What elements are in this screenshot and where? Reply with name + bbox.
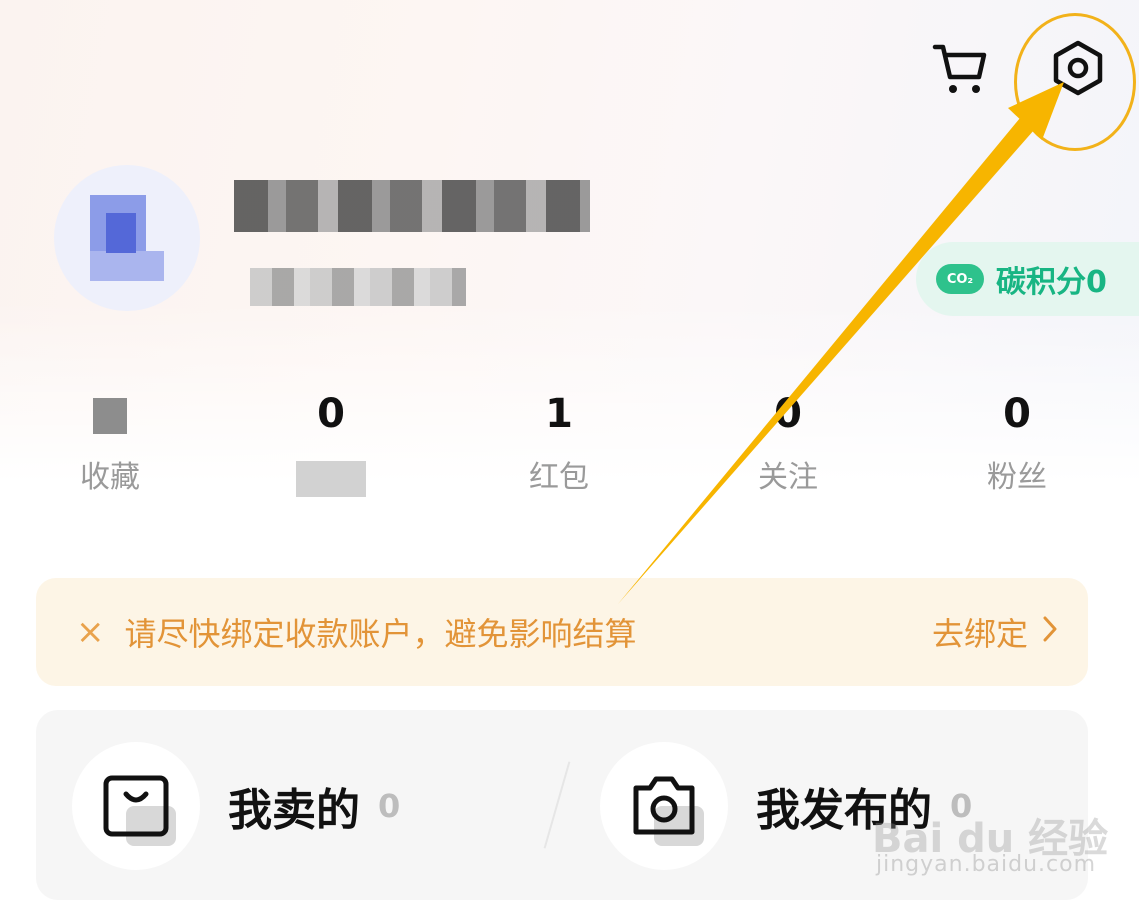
stat-label: 粉丝: [987, 460, 1047, 495]
stat-item-2[interactable]: 0: [251, 388, 411, 498]
stat-red-packet[interactable]: 1 红包: [479, 388, 639, 498]
stat-value-blurred: [30, 388, 190, 440]
stat-value: 0: [317, 391, 345, 437]
my-sold-title: 我卖的: [228, 785, 360, 836]
avatar[interactable]: [54, 165, 200, 311]
carbon-points-pill[interactable]: CO₂ 碳积分0: [916, 242, 1139, 316]
watermark-url: jingyan.baidu.com: [876, 852, 1097, 877]
chevron-right-icon: [1042, 613, 1058, 651]
banner-message: 请尽快绑定收款账户，避免影响结算: [124, 615, 637, 653]
close-icon[interactable]: ×: [76, 615, 105, 649]
stat-label: 收藏: [80, 460, 140, 495]
stat-value: 0: [1003, 391, 1031, 437]
stat-fans[interactable]: 0 粉丝: [937, 388, 1097, 498]
bag-icon: [72, 742, 200, 870]
annotation-highlight-circle: [1014, 13, 1136, 151]
carbon-points-label: 碳积分0: [996, 265, 1107, 300]
stat-value: 0: [774, 391, 802, 437]
bind-now-link[interactable]: 去绑定: [932, 609, 1058, 655]
my-sold-button[interactable]: 我卖的 0: [72, 742, 400, 870]
stat-label: 关注: [758, 460, 818, 495]
username-blurred: [234, 180, 590, 232]
my-sold-count: 0: [378, 787, 401, 825]
bind-account-banner: × 请尽快绑定收款账户，避免影响结算 去绑定: [36, 578, 1088, 686]
stat-label-blurred: [251, 458, 411, 498]
user-id-blurred: [250, 268, 466, 306]
shopping-cart-icon[interactable]: [929, 37, 991, 99]
stat-favorites[interactable]: 收藏: [30, 388, 190, 498]
co2-cloud-icon: CO₂: [936, 264, 984, 294]
stat-value: 1: [545, 391, 573, 437]
stat-label: 红包: [529, 460, 589, 495]
stat-following[interactable]: 0 关注: [708, 388, 868, 498]
camera-icon: [600, 742, 728, 870]
bind-now-label: 去绑定: [931, 615, 1028, 653]
